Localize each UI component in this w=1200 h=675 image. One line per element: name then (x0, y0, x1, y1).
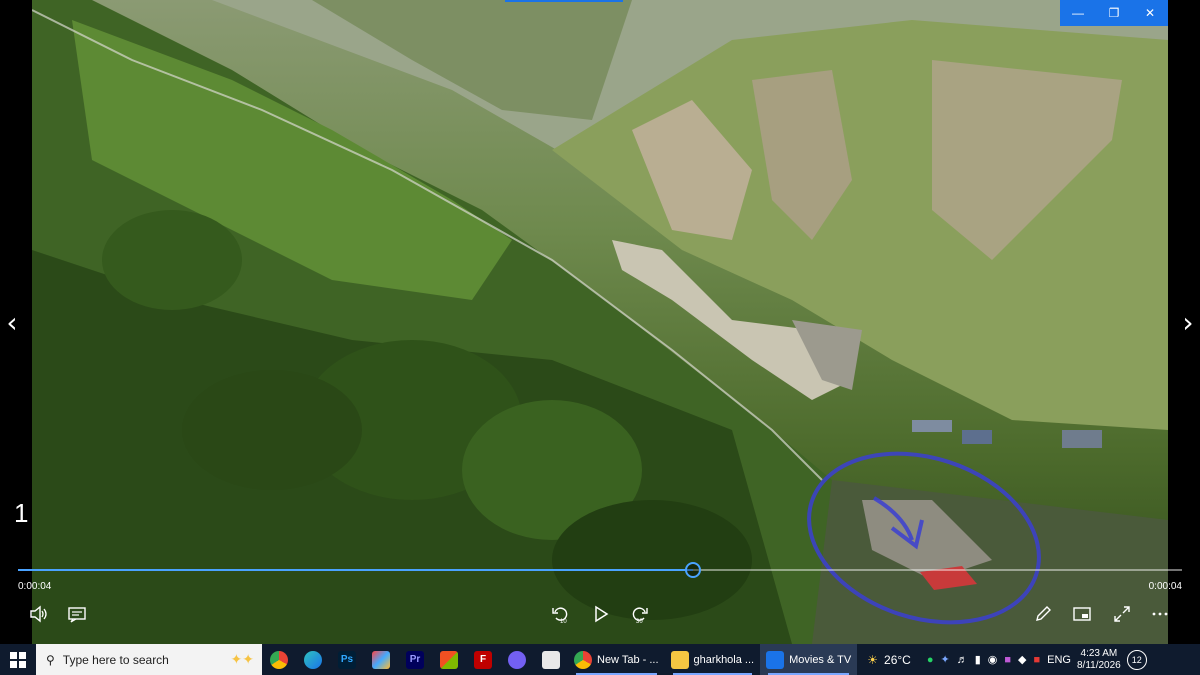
volume-icon[interactable] (24, 600, 52, 628)
subtitles-icon[interactable] (63, 600, 91, 628)
search-icon: ⚲ (46, 652, 55, 667)
paint-icon[interactable] (364, 644, 398, 675)
volume-tray-icon[interactable]: ♬ (957, 654, 968, 666)
restore-button[interactable]: ❐ (1096, 0, 1132, 26)
play-button[interactable] (586, 600, 614, 628)
photoshop-icon[interactable]: Ps (330, 644, 364, 675)
duration-time: 0:00:04 (1148, 581, 1182, 592)
svg-text:10: 10 (560, 619, 567, 624)
movies-tv-icon (766, 650, 785, 669)
sparkle-icon: ✦✦ (230, 651, 254, 667)
seek-bar[interactable] (18, 562, 1182, 578)
edge-icon[interactable] (296, 644, 330, 675)
notification-badge[interactable]: 12 (1126, 649, 1147, 670)
security-icon[interactable]: ◆ (1018, 653, 1026, 666)
current-time: 0:00:04 (18, 581, 52, 592)
copilot-icon[interactable]: ✦ (940, 653, 949, 666)
taskbar-app-label: Movies & TV (789, 653, 852, 666)
notepad-icon[interactable] (534, 644, 568, 675)
fullscreen-icon[interactable] (1108, 600, 1136, 628)
taskbar-search[interactable]: ⚲ Type here to search ✦✦ (36, 644, 262, 675)
pen-icon[interactable] (1029, 600, 1057, 628)
skip-back-10-button[interactable]: 10 (546, 600, 574, 628)
tray-app-icon[interactable]: ■ (1004, 654, 1011, 666)
skip-forward-30-button[interactable]: 30 (626, 600, 654, 628)
weather-icon: ☀ (867, 652, 879, 667)
taskbar-app-label: gharkhola ... (693, 653, 755, 666)
network-icon[interactable]: ◉ (988, 653, 998, 666)
taskbar-app-label: New Tab - ... (597, 653, 659, 666)
more-options-icon[interactable] (1146, 600, 1174, 628)
seek-progress (18, 569, 694, 571)
windows-start-icon[interactable] (0, 644, 36, 675)
search-placeholder: Type here to search (62, 652, 169, 667)
whatsapp-icon[interactable]: ● (927, 654, 934, 666)
filezilla-icon[interactable]: F (466, 644, 500, 675)
chrome-pinned-icon[interactable] (262, 644, 296, 675)
movies-tv-window: — ❐ ✕ ‹ › 1 0:00:04 0:00:04 10 30 ⚲ Type… (0, 0, 1200, 675)
video-frame[interactable] (32, 0, 1168, 644)
weather-temp: 26°C (884, 652, 911, 667)
chrome-icon (574, 650, 592, 669)
weather-widget[interactable]: ☀ 26°C (857, 653, 921, 667)
taskbar-app-file-explorer[interactable]: gharkhola ... (665, 644, 761, 675)
clock-date: 8/11/2026 (1077, 659, 1121, 671)
title-bar-accent (505, 0, 623, 2)
taskbar-app-movies-tv[interactable]: Movies & TV (760, 644, 858, 675)
mini-view-icon[interactable] (1068, 600, 1096, 628)
tray-red-icon[interactable]: ■ (1034, 654, 1041, 666)
language-indicator[interactable]: ENG (1047, 654, 1071, 666)
minimize-button[interactable]: — (1060, 0, 1096, 26)
previous-arrow-icon[interactable]: ‹ (0, 308, 24, 338)
seek-thumb[interactable] (685, 562, 702, 578)
clock[interactable]: 4:23 AM 8/11/2026 (1071, 648, 1127, 672)
close-button[interactable]: ✕ (1132, 0, 1168, 26)
premiere-icon[interactable]: Pr (398, 644, 432, 675)
viber-icon[interactable] (500, 644, 534, 675)
battery-icon[interactable]: ▮ (975, 653, 981, 666)
photo-index: 1 (14, 498, 29, 528)
folder-icon (670, 650, 689, 669)
svg-text:30: 30 (636, 619, 643, 624)
window-controls: — ❐ ✕ (1060, 0, 1168, 26)
taskbar-app-chrome[interactable]: New Tab - ... (568, 644, 665, 675)
taskbar: ⚲ Type here to search ✦✦ Ps Pr F New Tab… (0, 644, 1200, 675)
landscape-scene (32, 0, 1168, 644)
system-tray: ● ✦ ♬ ▮ ◉ ■ ◆ ■ ENG (927, 653, 1071, 667)
next-arrow-icon[interactable]: › (1176, 308, 1200, 338)
clock-time: 4:23 AM (1080, 647, 1118, 659)
store-icon[interactable] (432, 644, 466, 675)
